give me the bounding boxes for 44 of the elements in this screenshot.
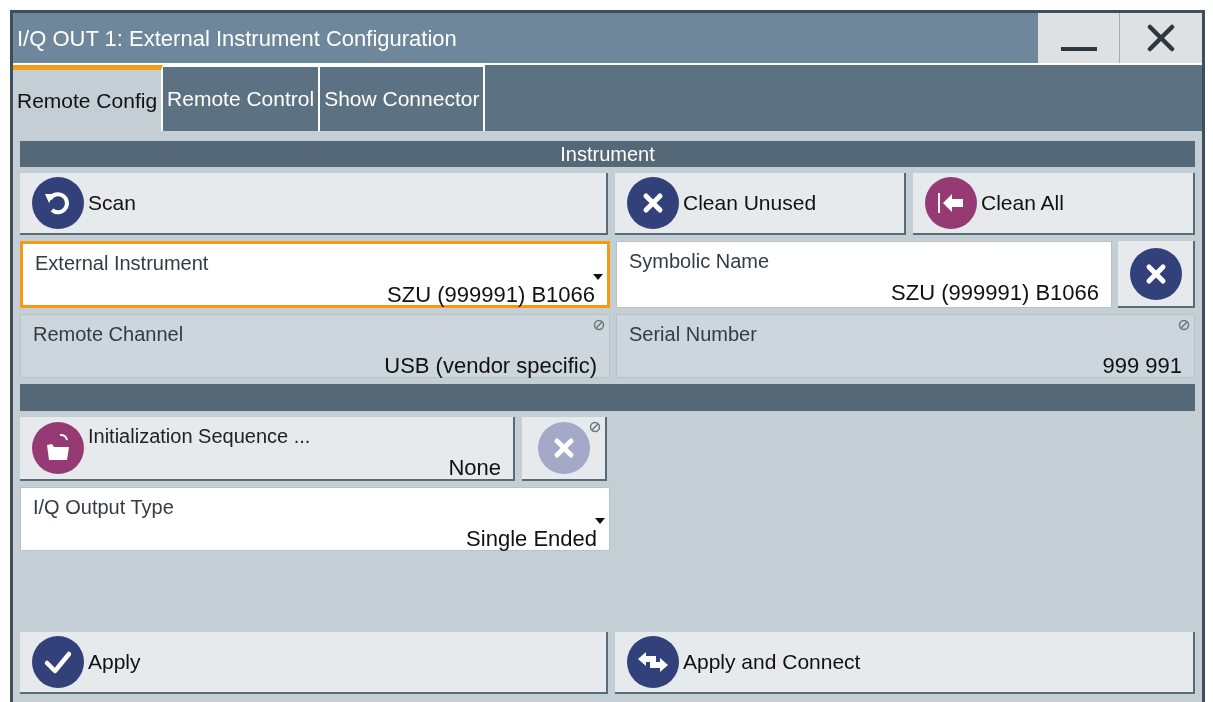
clear-icon (1129, 247, 1182, 300)
swap-arrows-icon (627, 636, 679, 688)
clear-icon (537, 422, 590, 474)
tab[interactable]: Remote Control (163, 65, 321, 131)
field-value: SZU (999991) B1066 (387, 281, 595, 309)
button-label: Initialization Sequence ... (88, 424, 311, 449)
dropdown-arrow-icon (595, 518, 605, 524)
field-label: I/Q Output Type (33, 495, 174, 520)
clear-icon (627, 177, 679, 229)
checkmark-icon (32, 636, 84, 688)
section-title: Instrument (560, 142, 655, 167)
clean-all-button[interactable]: Clean All (913, 173, 1195, 235)
field-value: SZU (999991) B1066 (891, 279, 1099, 307)
instrument-dropdown[interactable]: External Instrument SZU (999991) B1066 (20, 241, 610, 308)
dropdown-arrow-icon (593, 274, 603, 280)
field-label: Symbolic Name (629, 249, 770, 274)
scan-button[interactable]: Scan (20, 173, 608, 235)
refresh-icon (32, 177, 84, 229)
close-icon (1147, 24, 1175, 52)
clean-unused-button[interactable]: Clean Unused (615, 173, 906, 235)
button-value: None (448, 454, 501, 482)
arrow-to-bar-icon (925, 177, 977, 229)
disabled-icon (1178, 319, 1190, 331)
tab[interactable]: Remote Config (13, 65, 164, 131)
folder-icon (32, 422, 84, 474)
apply-connect-button[interactable]: Apply and Connect (615, 632, 1195, 694)
close-button[interactable] (1120, 13, 1202, 63)
minimize-icon (1060, 47, 1097, 51)
init-sequence-button[interactable]: Initialization Sequence ... None (20, 417, 515, 481)
field-label: External Instrument (35, 251, 209, 276)
field-value: USB (vendor specific) (384, 352, 597, 380)
disabled-icon (593, 319, 605, 331)
clear-button[interactable] (1118, 241, 1195, 308)
tab[interactable]: Show Connector (320, 65, 486, 131)
apply-button[interactable]: Apply (20, 632, 608, 694)
disabled-icon (589, 421, 601, 433)
minimize-button[interactable] (1038, 13, 1120, 63)
window-title: I/Q OUT 1: External Instrument Configuration (16, 24, 458, 53)
field-value: Single Ended (466, 525, 597, 553)
name-field[interactable]: Symbolic Name SZU (999991) B1066 (616, 241, 1112, 308)
field-value: 999 991 (1102, 352, 1182, 380)
output-type-dropdown[interactable]: I/Q Output Type Single Ended (20, 487, 610, 551)
field-label: Serial Number (629, 322, 757, 347)
field-label: Remote Channel (33, 322, 184, 347)
